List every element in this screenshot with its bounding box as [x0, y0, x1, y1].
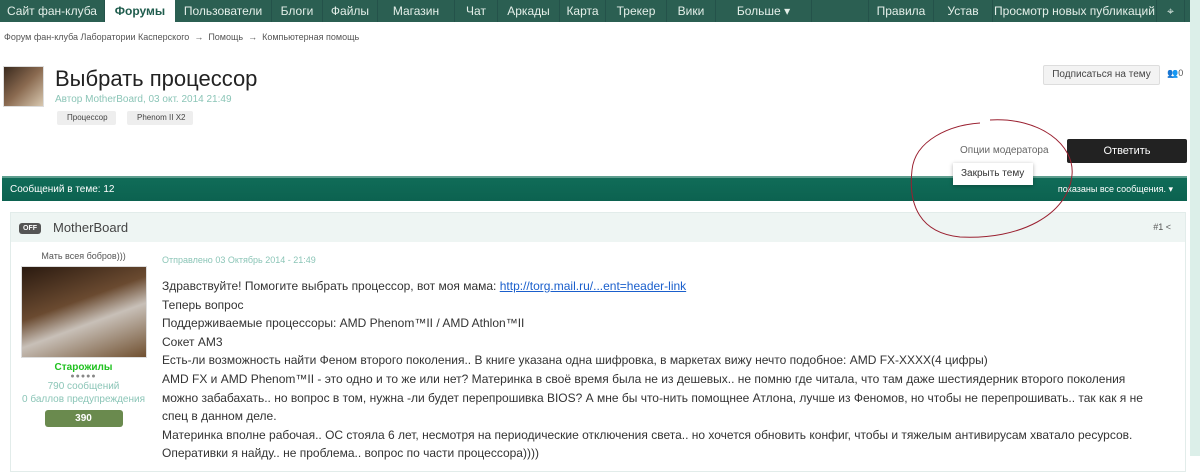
- crumb-home[interactable]: Форум фан-клуба Лаборатории Касперского: [4, 32, 189, 42]
- post-line: Оперативки я найду.. не проблема.. вопро…: [162, 446, 539, 461]
- share-icon[interactable]: <: [1166, 222, 1171, 232]
- map-pin-icon[interactable]: ⌖: [1157, 0, 1185, 22]
- post-line: Теперь вопрос: [162, 297, 244, 312]
- nav-rules[interactable]: Правила: [868, 0, 934, 22]
- nav-shop[interactable]: Магазин: [378, 0, 455, 22]
- user-title: Мать всея бобров))): [41, 251, 126, 261]
- crumb-help[interactable]: Помощь: [208, 32, 243, 42]
- post-filter[interactable]: показаны все сообщения. ▾: [1058, 184, 1173, 195]
- nav-forums[interactable]: Форумы: [105, 0, 175, 22]
- post-date: Отправлено 03 Октябрь 2014 - 21:49: [162, 255, 316, 265]
- post-number[interactable]: #1 <: [1153, 222, 1171, 232]
- post-line: Здравствуйте! Помогите выбрать процессор…: [162, 277, 1162, 296]
- user-posts: 790 сообщений: [47, 381, 120, 392]
- post: OFF MotherBoard #1 < Мать всея бобров)))…: [10, 212, 1186, 472]
- post-count: Сообщений в теме: 12: [10, 184, 115, 195]
- rank-pips: ●●●●●: [70, 373, 97, 380]
- breadcrumb: Форум фан-клуба Лаборатории Касперского →…: [4, 32, 364, 42]
- status-badge: OFF: [19, 223, 41, 234]
- tag-processor[interactable]: Процессор: [57, 111, 116, 125]
- nav-blogs[interactable]: Блоги: [272, 0, 323, 22]
- nav-site[interactable]: Сайт фан-клуба: [0, 0, 105, 22]
- crumb-arrow: →: [248, 32, 258, 42]
- reputation-badge: 390: [44, 410, 123, 427]
- post-author[interactable]: MotherBoard: [53, 220, 128, 235]
- post-text: Здравствуйте! Помогите выбрать процессор…: [162, 279, 500, 293]
- user-info: Мать всея бобров))) Старожилы ●●●●● 790 …: [21, 251, 147, 427]
- users-icon: 👥: [1167, 68, 1179, 78]
- followers-count[interactable]: 👥0: [1167, 68, 1183, 79]
- topic-author: Автор MotherBoard, 03 окт. 2014 21:49: [55, 94, 232, 105]
- post-line: Есть-ли возможность найти Феном второго …: [162, 353, 988, 368]
- nav-wiki[interactable]: Вики: [667, 0, 716, 22]
- nav-tracker[interactable]: Трекер: [606, 0, 667, 22]
- post-body: Здравствуйте! Помогите выбрать процессор…: [162, 277, 1162, 463]
- post-link[interactable]: http://torg.mail.ru/...ent=header-link: [500, 279, 686, 293]
- nav-arcades[interactable]: Аркады: [498, 0, 560, 22]
- followers-number: 0: [1178, 68, 1184, 78]
- nav-new-posts[interactable]: Просмотр новых публикаций: [993, 0, 1157, 22]
- nav-charter[interactable]: Устав: [934, 0, 993, 22]
- close-topic-menu-item[interactable]: Закрыть тему: [953, 163, 1033, 185]
- author-avatar[interactable]: [3, 66, 44, 107]
- page-title: Выбрать процессор: [55, 66, 258, 91]
- nav-files[interactable]: Файлы: [323, 0, 378, 22]
- reply-button[interactable]: Ответить: [1067, 139, 1187, 163]
- user-group: Старожилы: [54, 362, 113, 373]
- tag-phenom[interactable]: Phenom II X2: [127, 111, 194, 125]
- top-nav: Сайт фан-клуба Форумы Пользователи Блоги…: [0, 0, 1190, 22]
- user-avatar[interactable]: [21, 266, 147, 358]
- crumb-computer-help[interactable]: Компьютерная помощь: [262, 32, 359, 42]
- post-number-text: #1: [1153, 222, 1164, 232]
- nav-more[interactable]: Больше ▾: [716, 0, 812, 22]
- post-line: AMD FX и AMD Phenom™II - это одно и то ж…: [162, 371, 1143, 424]
- scroll-strip: [1190, 0, 1200, 456]
- post-line: Поддерживаемые процессоры: AMD Phenom™II…: [162, 316, 525, 331]
- nav-users[interactable]: Пользователи: [175, 0, 272, 22]
- user-warnings: 0 баллов предупреждения: [21, 394, 146, 405]
- crumb-arrow: →: [194, 32, 204, 42]
- moderator-options[interactable]: Опции модератора: [960, 145, 1049, 156]
- nav-map[interactable]: Карта: [560, 0, 606, 22]
- nav-chat[interactable]: Чат: [455, 0, 498, 22]
- subscribe-button[interactable]: Подписаться на тему: [1043, 65, 1160, 85]
- post-header: OFF MotherBoard #1 <: [11, 213, 1185, 242]
- post-line: Сокет AM3: [162, 334, 223, 349]
- post-line: Материнка вполне рабочая.. ОС стояла 6 л…: [162, 427, 1133, 442]
